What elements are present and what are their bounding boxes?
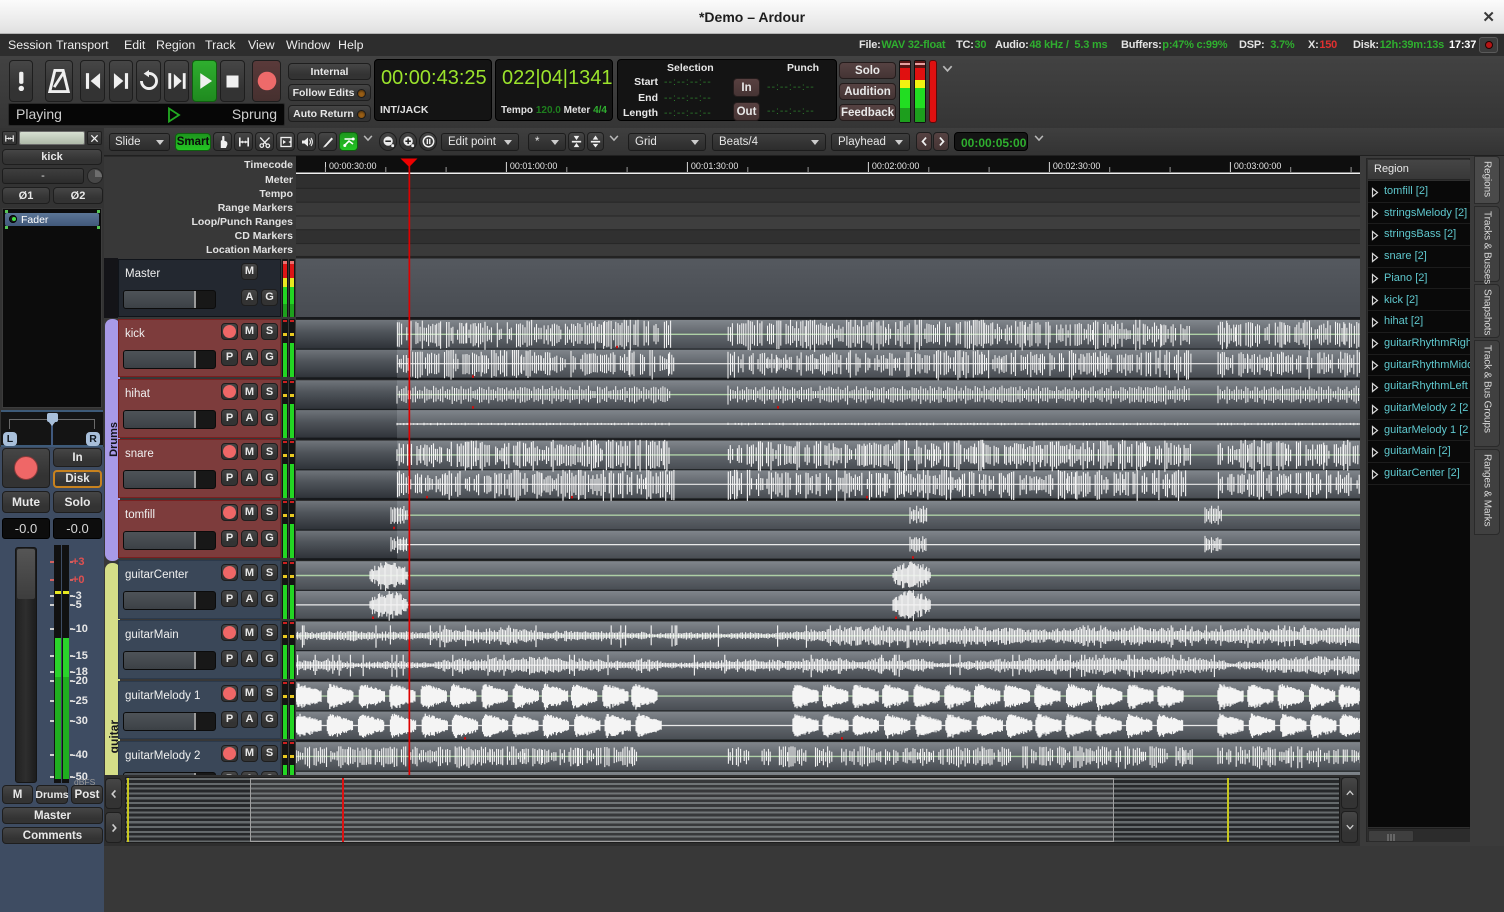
svg-text:00:03:00:00: 00:03:00:00 xyxy=(1234,161,1282,171)
svg-text:00:01:00:00: 00:01:00:00 xyxy=(510,161,558,171)
svg-text:00:01:30:00: 00:01:30:00 xyxy=(691,161,739,171)
svg-text:00:02:30:00: 00:02:30:00 xyxy=(1053,161,1101,171)
svg-text:00:02:00:00: 00:02:00:00 xyxy=(872,161,920,171)
svg-text:00:00:30:00: 00:00:30:00 xyxy=(329,161,377,171)
